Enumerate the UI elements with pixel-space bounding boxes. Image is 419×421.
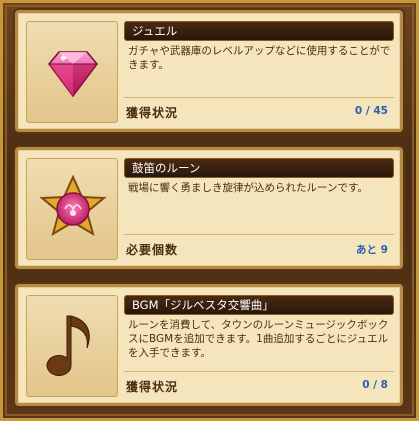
acquisition-status-value: 0 / 45 [354,105,388,117]
item-title: BGM「ジルベスタ交響曲」 [124,295,394,315]
item-icon-box [26,158,118,260]
footer-divider [124,234,394,235]
item-card-bgm: BGM「ジルベスタ交響曲」 ルーンを消費して、タウンのルーンミュージックボックス… [15,284,403,406]
footer-divider [124,371,394,372]
acquisition-status-value: 0 / 8 [362,379,388,391]
footer-divider [124,97,394,98]
acquisition-status-label: 獲得状況 [126,106,179,120]
item-description: 戦場に響く勇ましき旋律が込められたルーンです。 [128,182,368,194]
music-note-icon [46,315,90,376]
item-card-jewel: ジュエル ガチャや武器庫のレベルアップなどに使用することができます。 獲得状況 … [15,10,403,132]
acquisition-status-label: 獲得状況 [126,380,179,394]
item-icon-box [26,295,118,397]
item-title: 鼓笛のルーン [124,158,394,178]
item-card-rune: 鼓笛のルーン 戦場に響く勇ましき旋律が込められたルーンです。 必要個数 あと 9 [15,147,403,269]
item-icon-box [26,21,118,123]
item-title: ジュエル [124,21,394,41]
required-count-value: あと 9 [356,244,388,256]
required-count-label: 必要個数 [126,243,179,257]
item-description: ルーンを消費して、タウンのルーンミュージックボックスにBGMを追加できます。1曲… [128,319,389,359]
pink-gem-icon [48,51,98,98]
item-description: ガチャや武器庫のレベルアップなどに使用することができます。 [128,45,391,71]
rune-star-icon [39,174,107,237]
